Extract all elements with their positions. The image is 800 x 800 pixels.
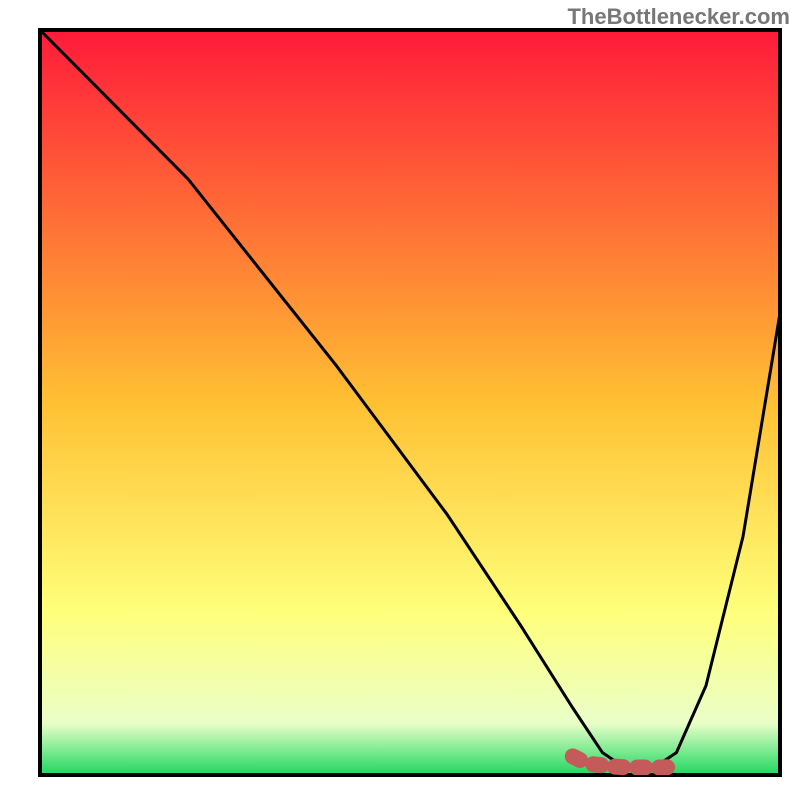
attribution-text: TheBottlenecker.com	[567, 4, 790, 30]
chart-frame: TheBottlenecker.com	[0, 0, 800, 800]
bottleneck-chart	[0, 0, 800, 800]
